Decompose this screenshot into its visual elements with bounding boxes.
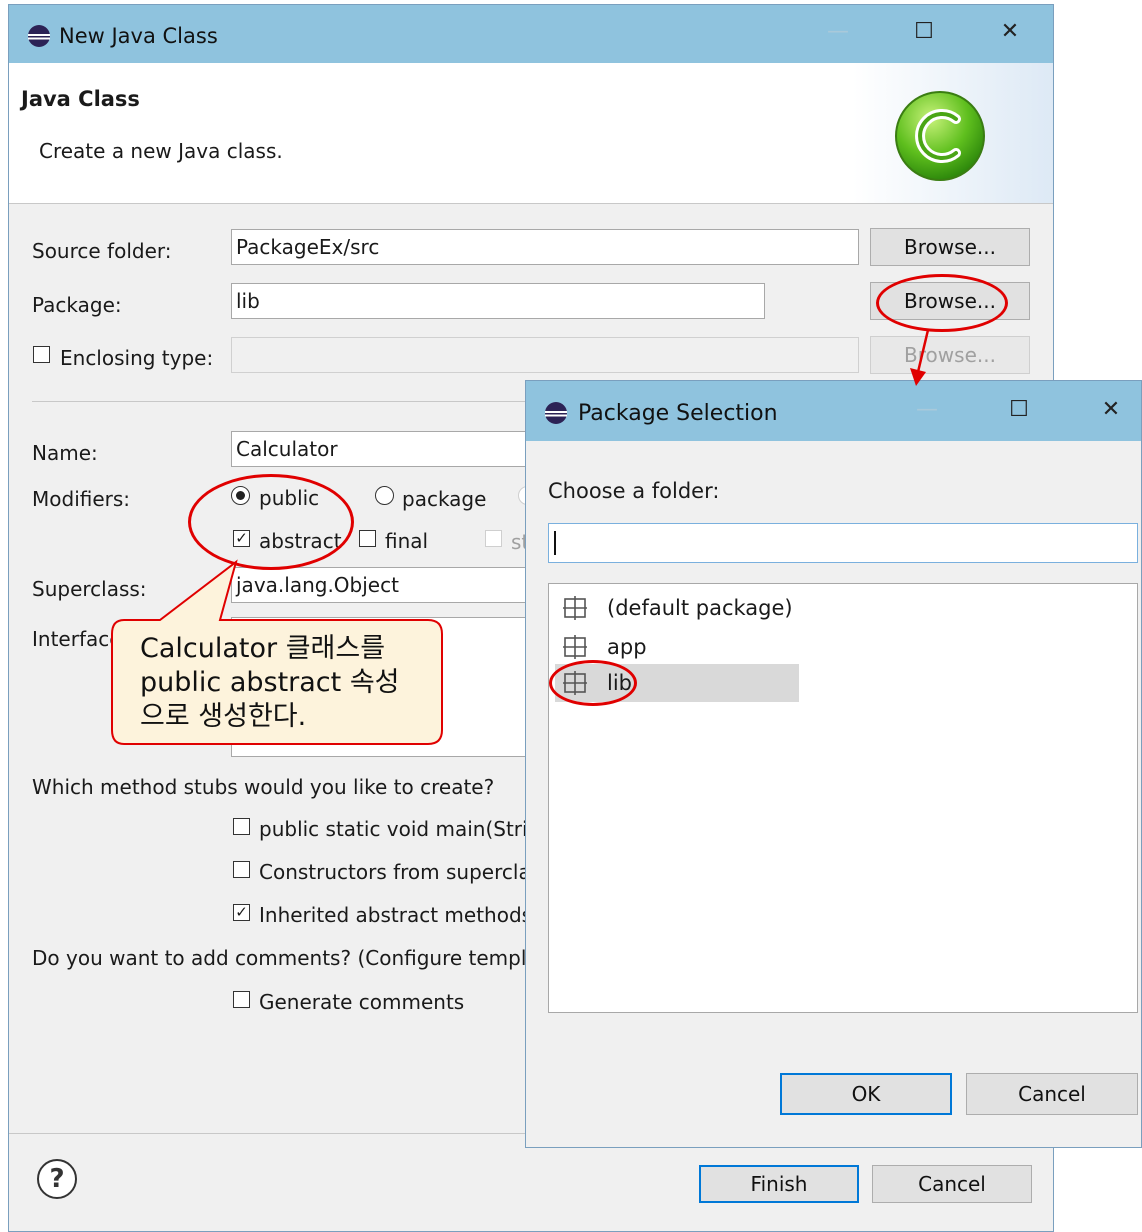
callout-text: Calculator 클래스를 public abstract 속성 으로 생성… (140, 632, 400, 734)
enclosing-type-label: Enclosing type: (60, 346, 214, 370)
cancel-button[interactable]: Cancel (872, 1165, 1032, 1203)
callout-line-3: 으로 생성한다. (140, 701, 307, 732)
final-checkbox[interactable] (359, 530, 376, 547)
stub-main-checkbox[interactable] (233, 818, 250, 835)
source-folder-label: Source folder: (32, 239, 172, 263)
stubs-question: Which method stubs would you like to cre… (32, 775, 495, 799)
maximize-icon[interactable]: ☐ (909, 19, 939, 44)
main-titlebar[interactable]: New Java Class — ☐ ✕ (9, 5, 1053, 63)
annotation-arrow (910, 329, 930, 386)
dialog-header-banner: Java Class Create a new Java class. (9, 63, 1053, 204)
annotation-ring-modifiers (188, 474, 354, 570)
finish-button[interactable]: Finish (699, 1165, 859, 1203)
package-selection-dialog: Package Selection — ☐ ✕ Choose a folder:… (525, 380, 1142, 1148)
modifiers-label: Modifiers: (32, 487, 131, 511)
package-list[interactable]: (default package) app lib (548, 583, 1138, 1013)
name-label: Name: (32, 441, 98, 465)
package-modifier-label: package (402, 487, 487, 511)
maximize-icon[interactable]: ☐ (1004, 397, 1034, 422)
java-class-icon (895, 91, 985, 181)
package-label: Package: (32, 293, 122, 317)
annotation-ring-lib (549, 660, 637, 706)
minimize-icon[interactable]: — (823, 19, 853, 44)
eclipse-icon (545, 402, 567, 424)
package-icon (563, 635, 587, 659)
generate-comments-label: Generate comments (259, 990, 465, 1014)
help-icon[interactable]: ? (37, 1159, 77, 1199)
package-filter-input[interactable] (548, 523, 1138, 563)
help-glyph: ? (49, 1164, 65, 1194)
source-folder-field[interactable]: PackageEx/src (231, 229, 859, 265)
callout-line-1: Calculator 클래스를 (140, 633, 386, 664)
header-title: Java Class (21, 87, 140, 111)
package-cancel-button[interactable]: Cancel (966, 1073, 1138, 1115)
stub-inherited-label: Inherited abstract methods (259, 903, 533, 927)
eclipse-icon (28, 25, 50, 47)
text-cursor (554, 531, 556, 555)
static-checkbox (485, 530, 502, 547)
close-icon[interactable]: ✕ (1096, 397, 1126, 422)
close-icon[interactable]: ✕ (995, 19, 1025, 44)
stub-constructors-label: Constructors from superclass (259, 860, 552, 884)
enclosing-type-field (231, 337, 859, 373)
main-dialog-title: New Java Class (59, 24, 218, 48)
header-subtitle: Create a new Java class. (39, 139, 283, 163)
package-icon (563, 596, 587, 620)
generate-comments-checkbox[interactable] (233, 991, 250, 1008)
package-dialog-titlebar[interactable]: Package Selection — ☐ ✕ (526, 381, 1141, 441)
enclosing-type-checkbox[interactable] (33, 346, 50, 363)
enclosing-type-browse-button: Browse... (870, 336, 1030, 374)
stub-inherited-checkbox[interactable]: ✓ (233, 904, 250, 921)
list-item-default-package[interactable]: (default package) (555, 590, 799, 628)
package-dialog-title: Package Selection (578, 401, 778, 426)
callout-line-2: public abstract 속성 (140, 667, 400, 698)
choose-folder-prompt: Choose a folder: (548, 479, 720, 503)
source-folder-browse-button[interactable]: Browse... (870, 228, 1030, 266)
stub-constructors-checkbox[interactable] (233, 861, 250, 878)
annotation-ring-browse (876, 274, 1008, 332)
list-item-label: (default package) (607, 596, 793, 620)
package-field[interactable]: lib (231, 283, 765, 319)
list-item-label: app (607, 635, 647, 659)
ok-button[interactable]: OK (780, 1073, 952, 1115)
final-label: final (385, 529, 429, 553)
package-radio[interactable] (375, 486, 394, 505)
minimize-icon[interactable]: — (912, 397, 942, 422)
